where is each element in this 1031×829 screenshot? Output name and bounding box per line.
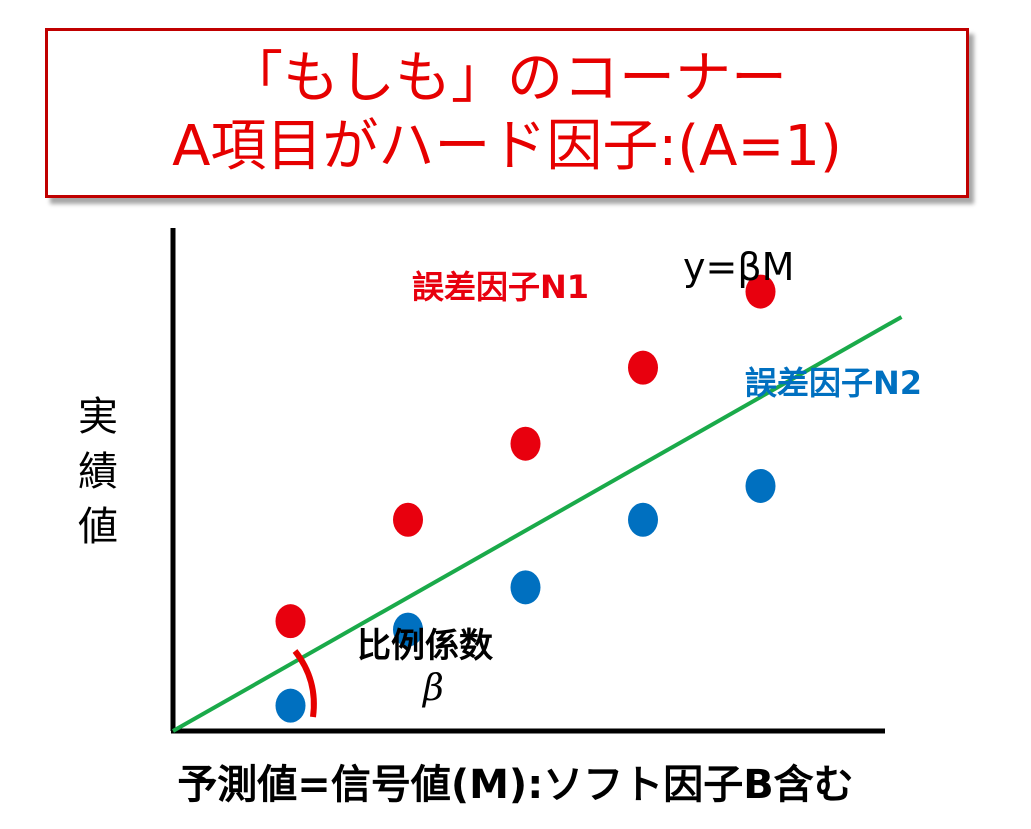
- point-n1-3: [510, 426, 541, 461]
- scatter-plot: [170, 228, 903, 734]
- coefficient-label: 比例係数: [357, 626, 493, 666]
- point-n1-2: [393, 502, 423, 537]
- point-n1-1: [275, 604, 306, 639]
- point-n2-1: [275, 688, 306, 723]
- series-label-n1: 誤差因子N1: [412, 268, 590, 306]
- point-n2-4: [628, 502, 658, 537]
- regression-equation: y=βM: [683, 245, 795, 289]
- coefficient-symbol: β: [423, 668, 444, 709]
- series-label-n2: 誤差因子N2: [745, 364, 923, 402]
- point-n2-3: [510, 570, 541, 605]
- x-axis-label: 予測値=信号値(M):ソフト因子B含む: [177, 762, 854, 808]
- point-n1-4: [628, 350, 658, 385]
- point-n2-5: [745, 468, 776, 503]
- y-axis-label: 実績値: [78, 394, 118, 550]
